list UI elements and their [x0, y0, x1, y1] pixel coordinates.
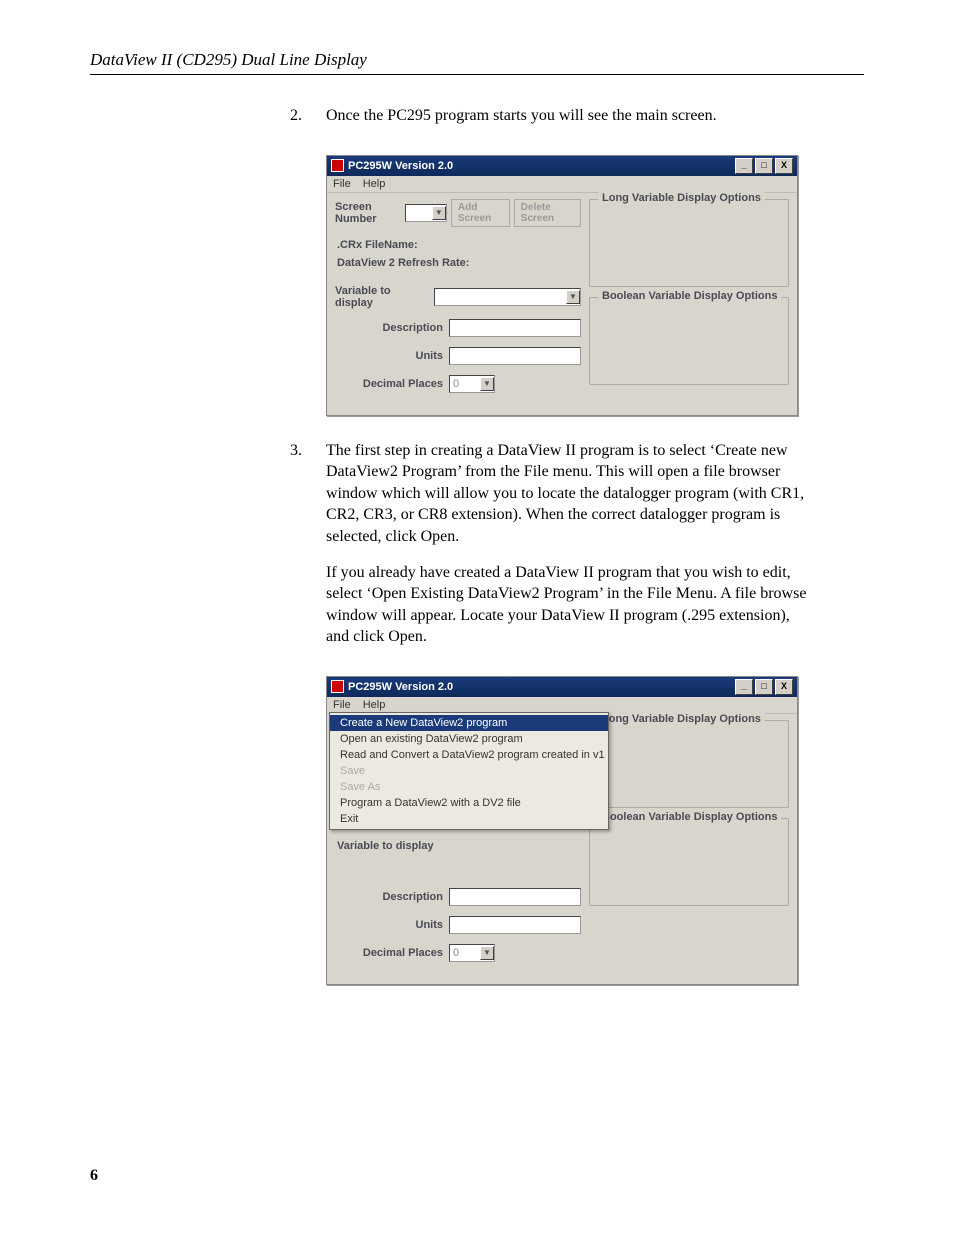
titlebar: PC295W Version 2.0 _ □ X	[327, 677, 797, 697]
chevron-down-icon: ▼	[566, 290, 580, 304]
chevron-down-icon: ▼	[480, 946, 494, 960]
menu-create-new[interactable]: Create a New DataView2 program	[330, 715, 608, 731]
decimal-places-value: 0	[450, 378, 480, 390]
long-variable-group-title: Long Variable Display Options	[598, 192, 765, 204]
menu-program-dv2[interactable]: Program a DataView2 with a DV2 file	[330, 795, 608, 811]
running-header: DataView II (CD295) Dual Line Display	[90, 50, 864, 70]
step-3-number: 3.	[290, 440, 308, 662]
window-title: PC295W Version 2.0	[348, 681, 453, 693]
description-input[interactable]	[449, 888, 581, 906]
menubar: File Help Create a New DataView2 program…	[327, 697, 797, 714]
close-button[interactable]: X	[775, 679, 793, 695]
screen-number-label: Screen Number	[335, 201, 401, 225]
menu-file[interactable]: File	[333, 178, 351, 190]
page-number: 6	[90, 1167, 98, 1185]
menu-save[interactable]: Save	[330, 763, 608, 779]
units-label: Units	[335, 350, 443, 362]
long-variable-group: Long Variable Display Options	[589, 199, 789, 287]
decimal-places-combo[interactable]: 0 ▼	[449, 375, 495, 393]
chevron-down-icon: ▼	[480, 377, 494, 391]
decimal-places-label: Decimal Places	[335, 378, 443, 390]
minimize-button[interactable]: _	[735, 158, 753, 174]
units-label: Units	[335, 919, 443, 931]
screenshot-1: PC295W Version 2.0 _ □ X File Help Scree…	[326, 155, 798, 416]
menu-read-convert[interactable]: Read and Convert a DataView2 program cre…	[330, 747, 608, 763]
boolean-variable-group-title: Boolean Variable Display Options	[598, 811, 781, 823]
maximize-button[interactable]: □	[755, 158, 773, 174]
step-3-paragraph-1: The first step in creating a DataView II…	[326, 440, 810, 548]
close-button[interactable]: X	[775, 158, 793, 174]
boolean-variable-group: Boolean Variable Display Options	[589, 818, 789, 906]
crx-filename-label: .CRx FileName:	[337, 239, 581, 251]
app-icon	[331, 680, 344, 693]
minimize-button[interactable]: _	[735, 679, 753, 695]
variable-to-display-combo[interactable]: ▼	[434, 288, 581, 306]
menubar: File Help	[327, 176, 797, 193]
menu-help[interactable]: Help	[363, 699, 386, 711]
step-2: 2. Once the PC295 program starts you wil…	[290, 105, 810, 141]
add-screen-button[interactable]: Add Screen	[451, 199, 510, 227]
step-3: 3. The first step in creating a DataView…	[290, 440, 810, 662]
header-rule	[90, 74, 864, 75]
step-2-text: Once the PC295 program starts you will s…	[326, 105, 717, 127]
menu-save-as[interactable]: Save As	[330, 779, 608, 795]
file-menu-dropdown: Create a New DataView2 program Open an e…	[329, 712, 609, 830]
long-variable-group-title: Long Variable Display Options	[598, 713, 765, 725]
variable-to-display-label: Variable to display	[337, 840, 581, 852]
menu-exit[interactable]: Exit	[330, 811, 608, 827]
decimal-places-label: Decimal Places	[335, 947, 443, 959]
chevron-down-icon: ▼	[432, 206, 446, 220]
units-input[interactable]	[449, 916, 581, 934]
menu-file[interactable]: File	[333, 699, 351, 711]
decimal-places-value: 0	[450, 947, 480, 959]
description-label: Description	[335, 891, 443, 903]
delete-screen-button[interactable]: Delete Screen	[514, 199, 581, 227]
titlebar: PC295W Version 2.0 _ □ X	[327, 156, 797, 176]
menu-open-existing[interactable]: Open an existing DataView2 program	[330, 731, 608, 747]
decimal-places-combo[interactable]: 0 ▼	[449, 944, 495, 962]
screen-number-combo[interactable]: ▼	[405, 204, 447, 222]
window-title: PC295W Version 2.0	[348, 160, 453, 172]
long-variable-group: Long Variable Display Options	[589, 720, 789, 808]
maximize-button[interactable]: □	[755, 679, 773, 695]
step-3-paragraph-2: If you already have created a DataView I…	[326, 562, 810, 648]
units-input[interactable]	[449, 347, 581, 365]
boolean-variable-group: Boolean Variable Display Options	[589, 297, 789, 385]
boolean-variable-group-title: Boolean Variable Display Options	[598, 290, 781, 302]
screenshot-2: PC295W Version 2.0 _ □ X File Help Creat…	[326, 676, 798, 985]
menu-help[interactable]: Help	[363, 178, 386, 190]
description-input[interactable]	[449, 319, 581, 337]
variable-to-display-label: Variable to display	[335, 285, 428, 309]
description-label: Description	[335, 322, 443, 334]
app-icon	[331, 159, 344, 172]
refresh-rate-label: DataView 2 Refresh Rate:	[337, 257, 581, 269]
step-2-number: 2.	[290, 105, 308, 141]
